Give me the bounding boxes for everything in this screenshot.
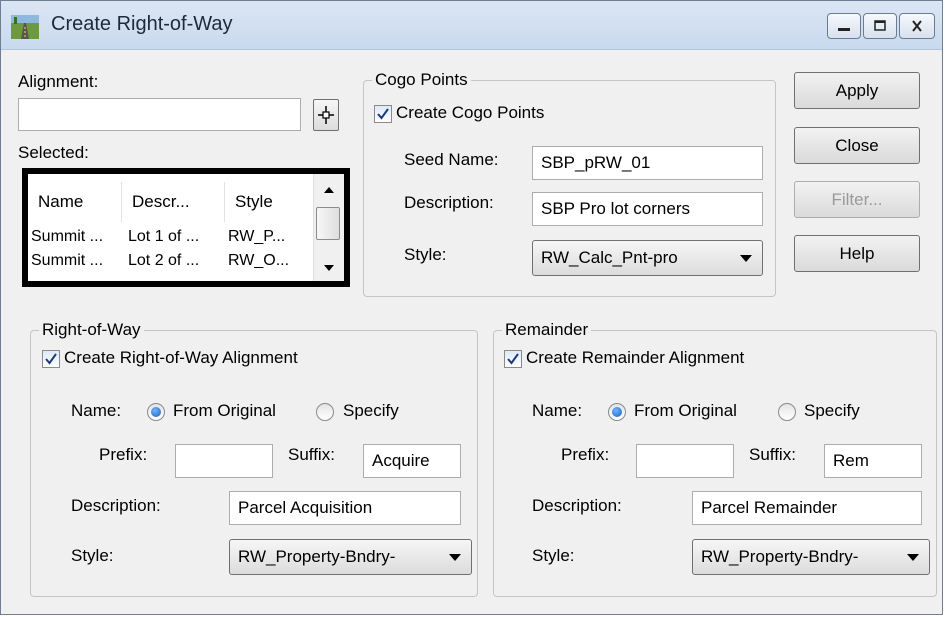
close-window-button[interactable] [899, 13, 935, 39]
alignment-input[interactable] [18, 98, 301, 131]
create-cogo-points-label: Create Cogo Points [396, 103, 545, 122]
row-style-label: Style: [71, 546, 114, 565]
list-cell-name: Summit ... [31, 228, 104, 245]
scroll-up-icon [324, 187, 334, 193]
checkmark-icon [377, 108, 389, 120]
pick-alignment-button[interactable] [313, 99, 339, 131]
list-cell-name: Summit ... [31, 252, 104, 269]
row-style-select[interactable]: RW_Property-Bndry- [229, 539, 472, 575]
remainder-from-original-label: From Original [634, 401, 737, 420]
list-item[interactable]: Summit ... Lot 2 of ... RW_O... [28, 252, 314, 275]
row-specify-radio[interactable] [316, 403, 334, 421]
row-suffix-label: Suffix: [288, 445, 335, 464]
row-from-original-radio[interactable] [147, 403, 165, 421]
list-cell-description: Lot 1 of ... [128, 228, 200, 245]
window-title: Create Right-of-Way [51, 13, 233, 35]
row-name-label: Name: [71, 401, 122, 420]
remainder-style-label: Style: [532, 546, 575, 565]
remainder-specify-radio[interactable] [778, 403, 796, 421]
create-row-alignment-label: Create Right-of-Way Alignment [64, 348, 298, 367]
remainder-style-value: RW_Property-Bndry- [701, 547, 859, 566]
row-prefix-input[interactable] [175, 444, 273, 478]
column-header-style[interactable]: Style [225, 182, 314, 222]
row-prefix-label: Prefix: [99, 445, 148, 464]
row-from-original-label: From Original [173, 401, 276, 420]
apply-button[interactable]: Apply [794, 72, 920, 109]
filter-button[interactable]: Filter... [794, 181, 920, 218]
row-description-input[interactable]: Parcel Acquisition [229, 491, 461, 525]
chevron-down-icon [449, 554, 461, 561]
remainder-prefix-label: Prefix: [561, 445, 610, 464]
selected-alignments-list[interactable]: Name Descr... Style Summit ... Lot 1 of … [22, 168, 350, 287]
close-button[interactable]: Close [794, 127, 920, 164]
create-right-of-way-dialog: Create Right-of-Way Alignment: Selected:… [0, 0, 943, 615]
remainder-name-label: Name: [532, 401, 583, 420]
remainder-specify-label: Specify [804, 401, 860, 420]
title-bar[interactable]: Create Right-of-Way [1, 1, 942, 50]
cogo-style-label: Style: [404, 245, 447, 264]
column-header-description[interactable]: Descr... [122, 182, 225, 222]
scroll-down-icon [324, 265, 334, 271]
remainder-prefix-input[interactable] [636, 444, 734, 478]
create-remainder-alignment-label: Create Remainder Alignment [526, 348, 745, 367]
remainder-suffix-input[interactable]: Rem [824, 444, 922, 478]
remainder-suffix-label: Suffix: [749, 445, 796, 464]
list-cell-style: RW_P... [228, 228, 286, 245]
right-of-way-group-label: Right-of-Way [39, 320, 144, 340]
selected-label: Selected: [18, 143, 89, 162]
remainder-group-label: Remainder [502, 320, 592, 340]
close-icon [912, 20, 922, 32]
create-remainder-alignment-checkbox[interactable] [504, 350, 522, 368]
list-cell-description: Lot 2 of ... [128, 252, 200, 269]
maximize-button[interactable] [863, 13, 897, 39]
create-cogo-points-checkbox[interactable] [374, 105, 392, 123]
cogo-style-select[interactable]: RW_Calc_Pnt-pro [532, 240, 763, 276]
scroll-thumb[interactable] [316, 207, 340, 240]
chevron-down-icon [740, 255, 752, 262]
cogo-description-label: Description: [404, 193, 494, 212]
row-specify-label: Specify [343, 401, 399, 420]
maximize-icon [874, 20, 886, 31]
list-scrollbar[interactable] [313, 174, 344, 281]
row-style-value: RW_Property-Bndry- [238, 547, 396, 566]
minimize-icon [838, 28, 850, 31]
row-description-label: Description: [71, 496, 161, 515]
seed-name-label: Seed Name: [404, 150, 499, 169]
remainder-description-label: Description: [532, 496, 622, 515]
row-suffix-input[interactable]: Acquire [363, 444, 461, 478]
cogo-description-input[interactable]: SBP Pro lot corners [532, 192, 763, 226]
cogo-points-group-label: Cogo Points [372, 70, 471, 90]
road-icon [11, 15, 39, 39]
alignment-label: Alignment: [18, 72, 99, 91]
crosshair-pick-icon [318, 106, 334, 124]
remainder-description-input[interactable]: Parcel Remainder [692, 491, 922, 525]
list-cell-style: RW_O... [228, 252, 290, 269]
chevron-down-icon [907, 554, 919, 561]
list-item[interactable]: Summit ... Lot 1 of ... RW_P... [28, 228, 314, 251]
checkmark-icon [507, 353, 519, 365]
checkmark-icon [45, 353, 57, 365]
minimize-button[interactable] [827, 13, 861, 39]
remainder-style-select[interactable]: RW_Property-Bndry- [692, 539, 930, 575]
help-button[interactable]: Help [794, 235, 920, 272]
remainder-from-original-radio[interactable] [608, 403, 626, 421]
cogo-style-value: RW_Calc_Pnt-pro [541, 248, 678, 267]
create-row-alignment-checkbox[interactable] [42, 350, 60, 368]
column-header-name[interactable]: Name [28, 182, 122, 222]
seed-name-input[interactable]: SBP_pRW_01 [532, 146, 763, 180]
